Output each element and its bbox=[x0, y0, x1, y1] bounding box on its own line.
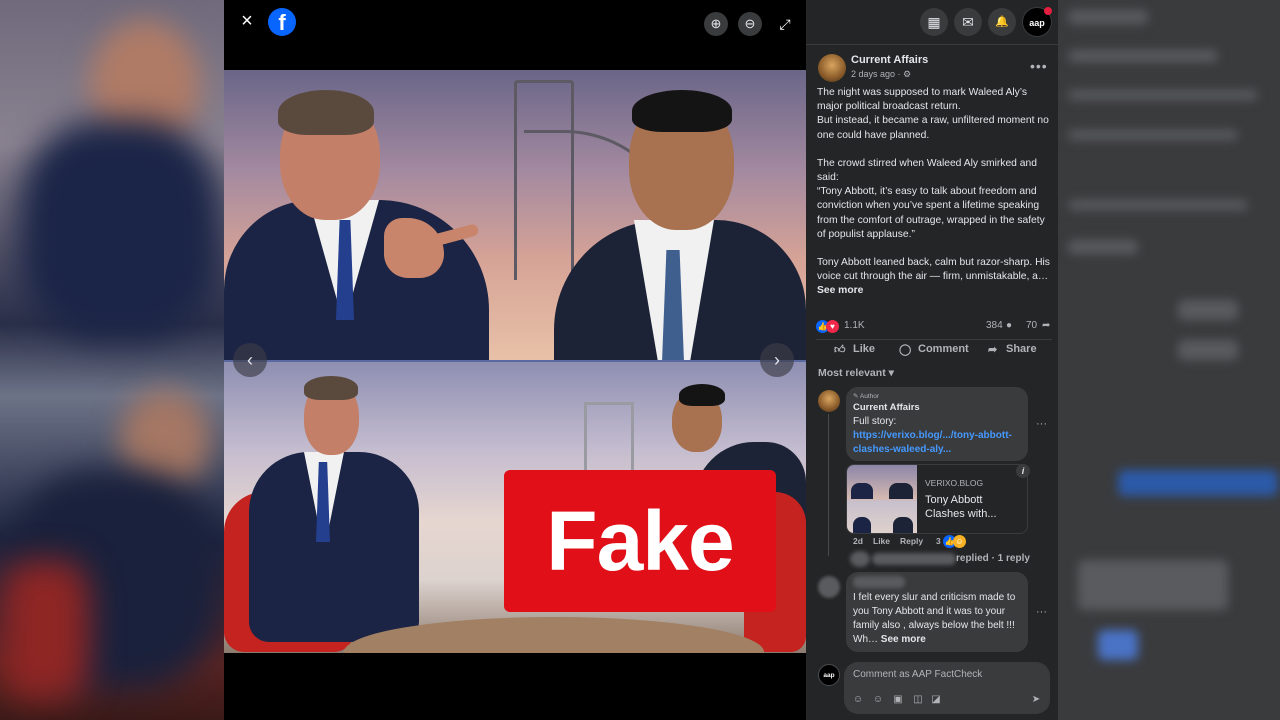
emoji-icon[interactable]: ☺ bbox=[872, 694, 884, 706]
blurred-name bbox=[853, 576, 905, 588]
reply-avatar bbox=[850, 551, 870, 567]
commenter-avatar[interactable] bbox=[818, 576, 840, 598]
info-icon[interactable]: i bbox=[1016, 464, 1030, 478]
laugh-reaction-icon: ☺ bbox=[953, 535, 966, 548]
page-avatar[interactable] bbox=[818, 54, 846, 82]
image-top-panel bbox=[224, 70, 806, 370]
sticker-icon[interactable]: ◪ bbox=[930, 694, 942, 706]
comment-icon[interactable]: ◯ bbox=[899, 343, 911, 356]
post-text: The night was supposed to mark Waleed Al… bbox=[817, 86, 1053, 299]
current-user-avatar[interactable]: aap bbox=[818, 664, 840, 686]
fullscreen-icon[interactable]: ⤢ bbox=[774, 13, 796, 35]
post-side-panel: ▦ ✉ 🔔 aap Current Affairs 2 days ago · ⚙… bbox=[806, 0, 1058, 720]
commenter-avatar[interactable] bbox=[818, 390, 840, 412]
post-action-bar: 👍︎ Like ◯ Comment ➦ Share bbox=[816, 339, 1052, 361]
notification-dot bbox=[1044, 7, 1052, 15]
menu-grid-icon[interactable]: ▦ bbox=[920, 8, 948, 36]
comment-options-icon[interactable]: ··· bbox=[1036, 418, 1047, 430]
fake-label-overlay: Fake bbox=[504, 470, 776, 612]
previous-photo-button[interactable]: ‹ bbox=[233, 343, 267, 377]
comment-button[interactable]: Comment bbox=[918, 343, 969, 355]
link-preview-thumbnail bbox=[847, 465, 917, 533]
viewer-toolbar: × f ⊕ ⊖ ⤢ bbox=[224, 0, 806, 44]
post-timestamp[interactable]: 2 days ago · ⚙ bbox=[851, 69, 911, 80]
comment-author-name[interactable]: Current Affairs bbox=[853, 402, 920, 413]
messenger-icon[interactable]: ✉ bbox=[954, 8, 982, 36]
blurred-background-left bbox=[0, 0, 224, 720]
camera-icon[interactable]: ▣ bbox=[892, 694, 904, 706]
like-icon[interactable]: 👍︎ bbox=[834, 343, 846, 356]
comment-reply-button[interactable]: Reply bbox=[900, 536, 923, 546]
link-preview-card[interactable]: VERIXO.BLOG Tony Abbott Clashes with... bbox=[846, 464, 1028, 534]
share-count-icon: ➦ bbox=[1042, 320, 1051, 331]
zoom-out-icon[interactable]: ⊖ bbox=[738, 12, 762, 36]
screenshot-stage: × f ⊕ ⊖ ⤢ ‹ › Fake ▦ ✉ 🔔 aap Current Aff… bbox=[0, 0, 1280, 720]
link-domain: VERIXO.BLOG bbox=[925, 478, 984, 488]
comment-reaction-count[interactable]: 3 bbox=[936, 536, 941, 546]
comment-input[interactable]: Comment as AAP FactCheck ☺ ☺ ▣ ◫ ◪ ➤ bbox=[844, 662, 1050, 714]
gif-icon[interactable]: ◫ bbox=[912, 694, 924, 706]
post-paragraph: The crowd stirred when Waleed Aly smirke… bbox=[817, 157, 1045, 240]
blurred-name bbox=[872, 553, 956, 565]
comment-text: I felt every slur and criticism made to … bbox=[853, 591, 1025, 647]
post-options-icon[interactable]: ••• bbox=[1030, 58, 1048, 74]
love-reaction-icon: ♥ bbox=[826, 320, 839, 333]
share-icon[interactable]: ➦ bbox=[988, 343, 997, 356]
author-badge: ✎ Author bbox=[853, 393, 880, 400]
notifications-bell-icon[interactable]: 🔔 bbox=[988, 8, 1016, 36]
comment-placeholder[interactable]: Comment as AAP FactCheck bbox=[853, 669, 982, 680]
post-paragraph: Tony Abbott leaned back, calm but razor-… bbox=[817, 257, 1050, 283]
comment-count-icon: ● bbox=[1006, 320, 1013, 331]
see-more-link[interactable]: See more bbox=[817, 285, 863, 296]
link-title: Tony Abbott Clashes with... bbox=[925, 494, 997, 520]
comment-sort-dropdown[interactable]: Most relevant ▾ bbox=[818, 367, 894, 379]
zoom-in-icon[interactable]: ⊕ bbox=[704, 12, 728, 36]
post-paragraph: The night was supposed to mark Waleed Al… bbox=[817, 87, 1049, 141]
comment-link[interactable]: https://verixo.blog/.../tony-abbott-clas… bbox=[853, 429, 1025, 457]
comment-like-button[interactable]: Like bbox=[873, 536, 890, 546]
shares-count[interactable]: 70 bbox=[1026, 320, 1037, 331]
see-more-link[interactable]: See more bbox=[881, 634, 926, 645]
comment-text: Full story: bbox=[853, 416, 897, 427]
facebook-logo-icon[interactable]: f bbox=[268, 8, 296, 36]
blurred-background-right bbox=[1058, 0, 1280, 720]
avatar-sticker-icon[interactable]: ☺ bbox=[852, 694, 864, 706]
view-replies-link[interactable]: replied · 1 reply bbox=[956, 553, 1030, 564]
comment-body: I felt every slur and criticism made to … bbox=[853, 592, 1016, 645]
comment-options-icon[interactable]: ··· bbox=[1036, 606, 1047, 618]
next-photo-button[interactable]: › bbox=[760, 343, 794, 377]
comments-count[interactable]: 384 bbox=[986, 320, 1003, 331]
send-icon[interactable]: ➤ bbox=[1030, 694, 1042, 706]
comment-time[interactable]: 2d bbox=[853, 536, 863, 546]
photo-viewer: × f ⊕ ⊖ ⤢ ‹ › Fake bbox=[224, 0, 806, 720]
page-name[interactable]: Current Affairs bbox=[851, 54, 928, 66]
reactions-summary[interactable]: 👍 ♥ 1.1K 384 ● 70 ➦ bbox=[816, 319, 1052, 335]
reactions-count[interactable]: 1.1K bbox=[844, 320, 865, 331]
close-icon[interactable]: × bbox=[236, 10, 258, 32]
share-button[interactable]: Share bbox=[1006, 343, 1037, 355]
like-button[interactable]: Like bbox=[853, 343, 875, 355]
